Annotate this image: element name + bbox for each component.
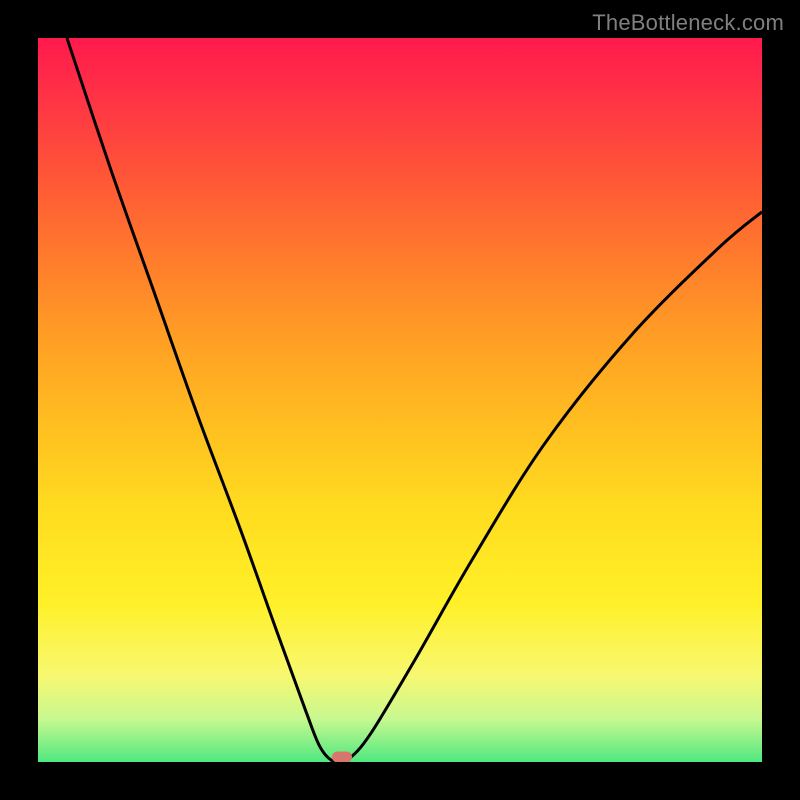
plot-area	[38, 38, 762, 762]
minimum-marker	[332, 751, 352, 762]
watermark-text: TheBottleneck.com	[592, 10, 784, 36]
curve-svg	[38, 38, 762, 762]
bottleneck-curve	[67, 38, 762, 762]
chart-frame: TheBottleneck.com	[0, 0, 800, 800]
